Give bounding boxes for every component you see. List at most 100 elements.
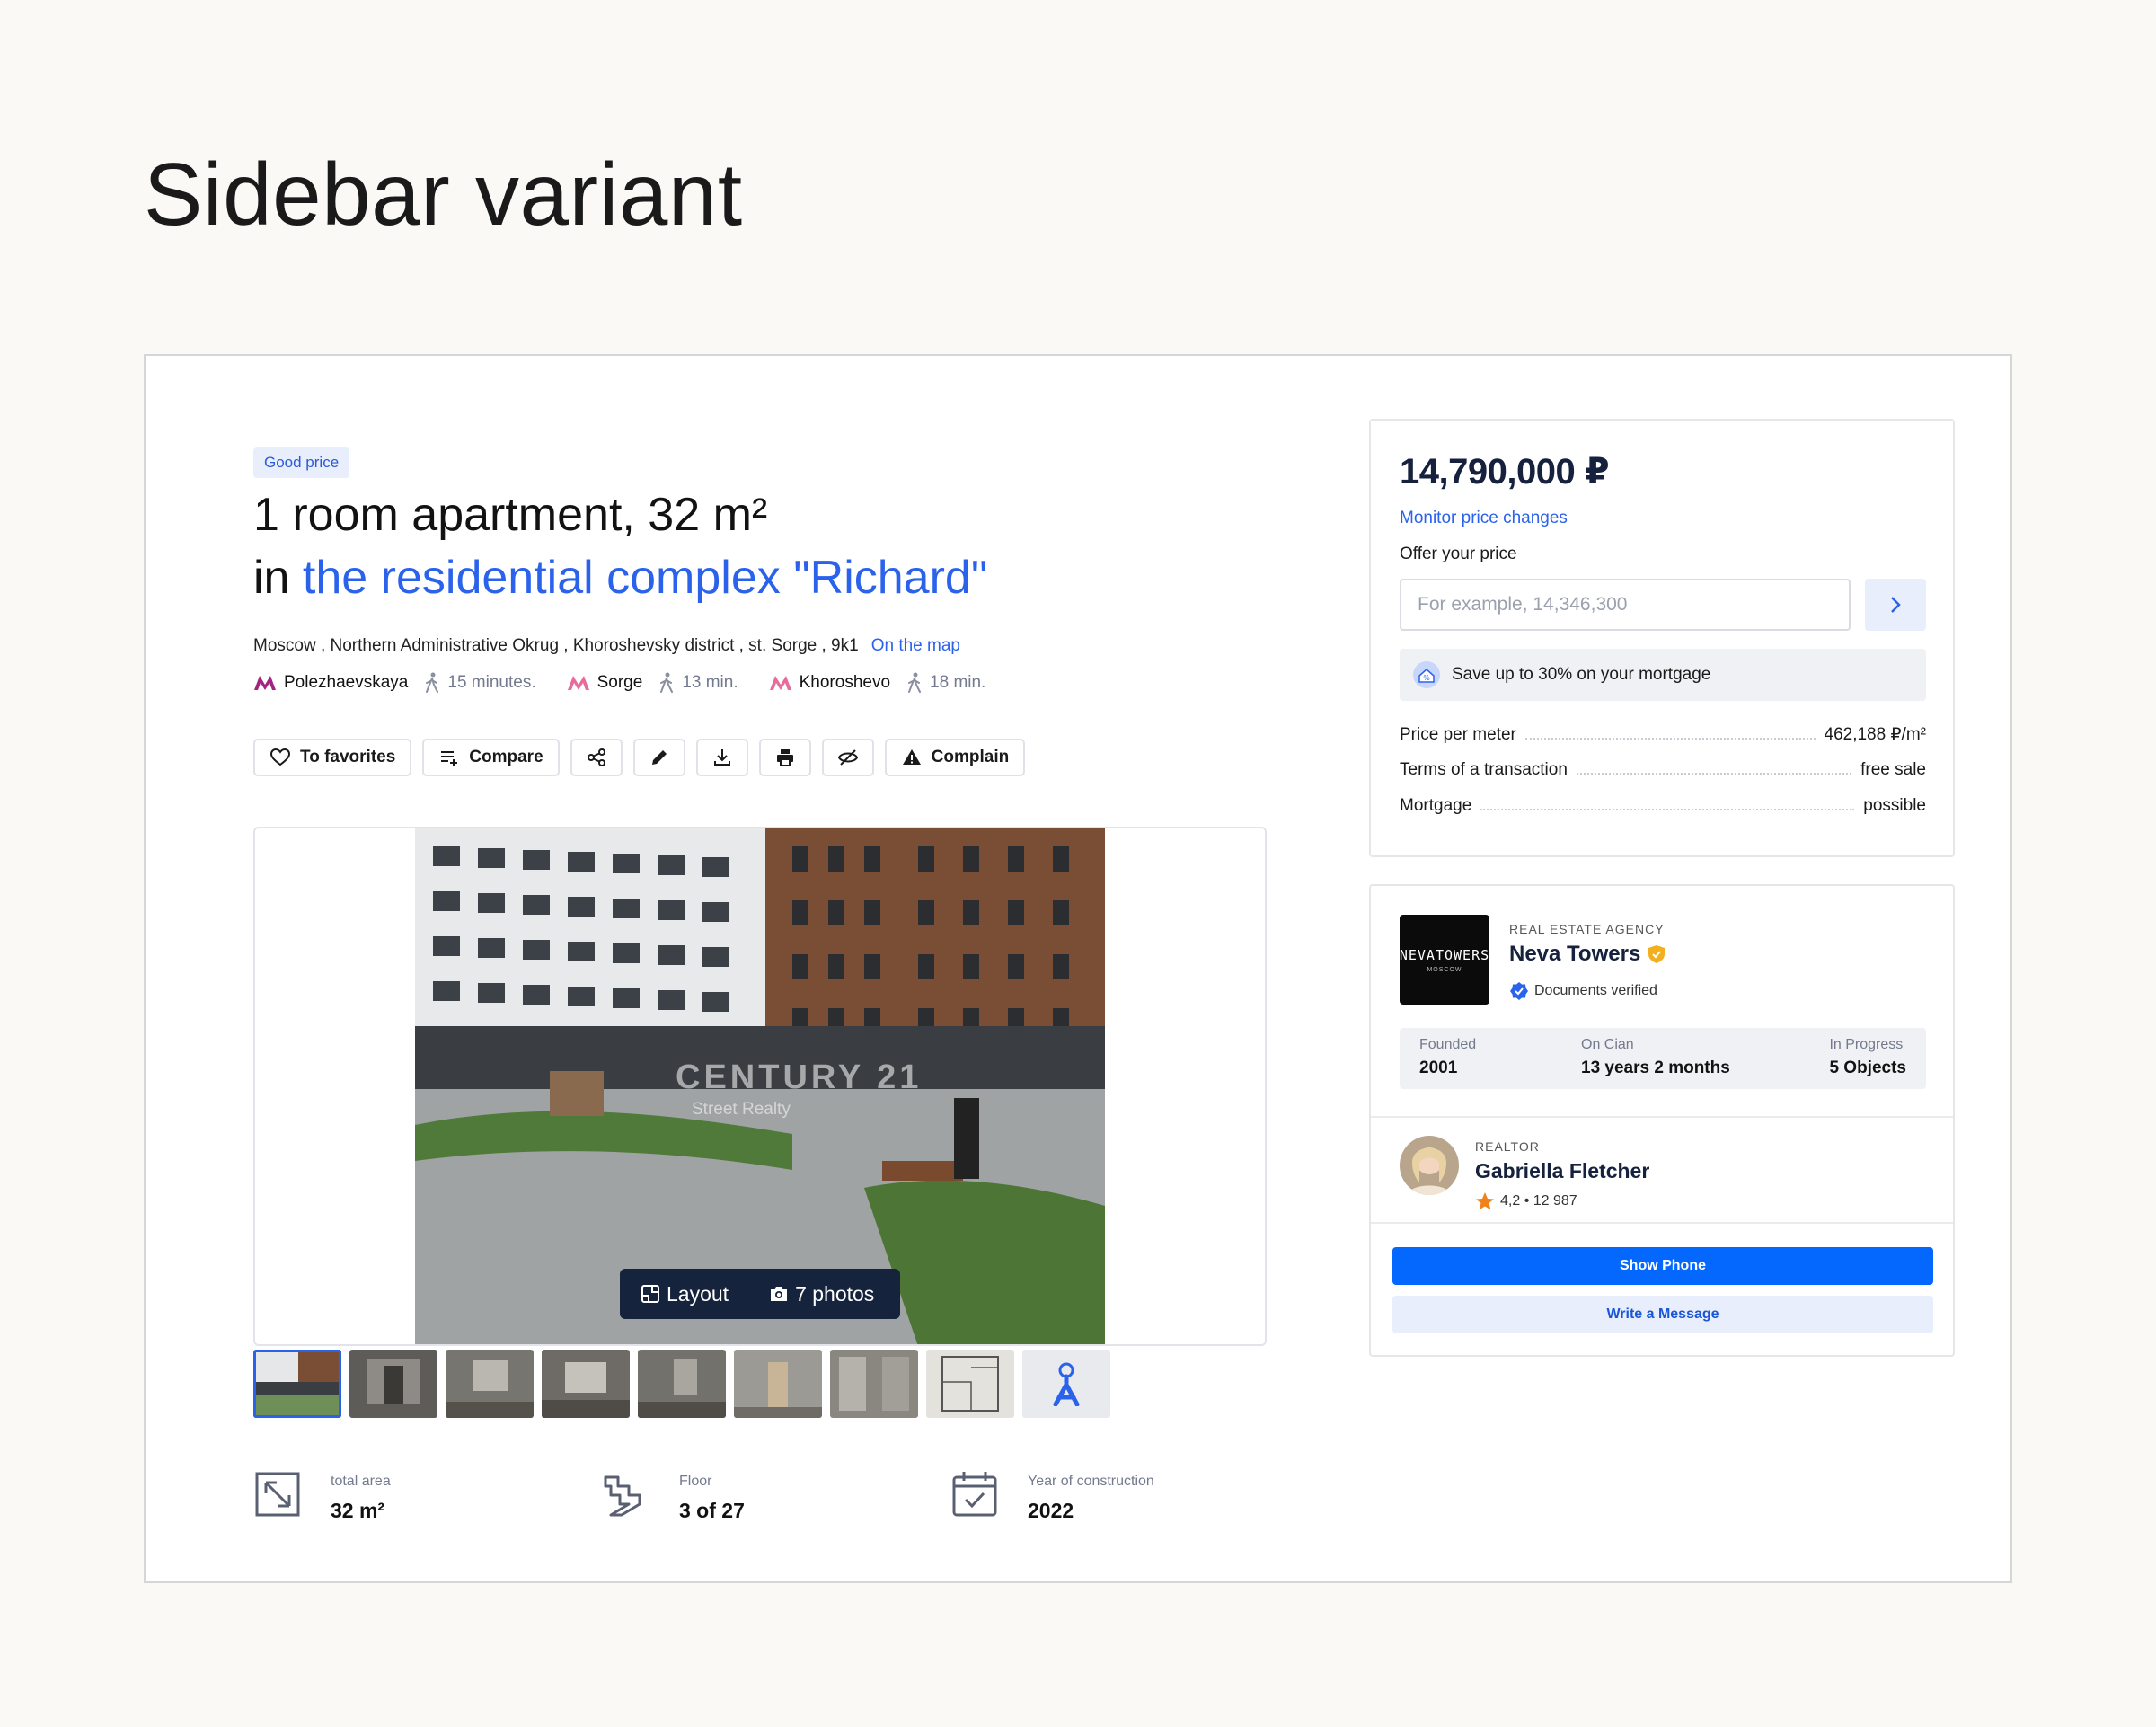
stat-value: 13 years 2 months xyxy=(1581,1058,1730,1077)
metro-item[interactable]: Polezhaevskaya 15 minutes. xyxy=(253,672,536,694)
mortgage-promo-text: Save up to 30% on your mortgage xyxy=(1452,665,1711,684)
map-thumbnail[interactable] xyxy=(1022,1350,1110,1418)
fact-total-area: total area 32 m² xyxy=(253,1470,602,1523)
walk-time: 18 min. xyxy=(930,673,986,692)
documents-verified: Documents verified xyxy=(1509,981,1657,1001)
complain-button[interactable]: Complain xyxy=(884,739,1026,776)
complain-label: Complain xyxy=(931,748,1010,766)
stat-value: 5 Objects xyxy=(1829,1058,1906,1077)
detail-value: possible xyxy=(1863,796,1926,815)
photo-watermark-sub: Street Realty xyxy=(692,1100,791,1119)
thumbnail[interactable] xyxy=(542,1350,630,1418)
listing-frame: Good price 1 room apartment, 32 m² in th… xyxy=(144,354,2012,1583)
fact-label: total area xyxy=(331,1474,391,1489)
hide-icon xyxy=(837,749,858,766)
metro-icon xyxy=(769,676,791,690)
photo-watermark: CENTURY 21 xyxy=(676,1058,923,1096)
offer-submit-button[interactable] xyxy=(1865,579,1926,631)
layout-button[interactable]: Layout xyxy=(620,1282,748,1306)
print-button[interactable] xyxy=(758,739,811,776)
hide-button[interactable] xyxy=(821,739,874,776)
walk-time: 15 minutes. xyxy=(447,673,536,692)
share-button[interactable] xyxy=(570,739,623,776)
dotted-leader xyxy=(1480,809,1855,810)
rating-text: 4,2 • 12 987 xyxy=(1500,1193,1577,1209)
edit-button[interactable] xyxy=(632,739,685,776)
detail-row: Price per meter 462,188 ₽/m² xyxy=(1400,724,1926,745)
photos-button[interactable]: 7 photos xyxy=(748,1282,894,1306)
stat-in-progress: In Progress 5 Objects xyxy=(1829,1037,1906,1078)
print-icon xyxy=(776,749,793,766)
fact-value: 2022 xyxy=(1028,1499,1074,1522)
gallery-controls: Layout 7 photos xyxy=(620,1269,900,1319)
stat-on-cian: On Cian 13 years 2 months xyxy=(1581,1037,1730,1078)
complex-link[interactable]: the residential complex "Richard" xyxy=(303,552,987,604)
write-message-button[interactable]: Write a Message xyxy=(1392,1296,1933,1333)
metro-list: Polezhaevskaya 15 minutes. Sorge 13 min.… xyxy=(253,672,1016,694)
detail-key: Price per meter xyxy=(1400,724,1516,744)
detail-value: free sale xyxy=(1860,760,1926,779)
metro-name: Khoroshevo xyxy=(799,673,891,692)
offer-price-input[interactable] xyxy=(1400,579,1851,631)
layout-label: Layout xyxy=(667,1281,729,1306)
detail-key: Terms of a transaction xyxy=(1400,760,1568,779)
good-price-badge: Good price xyxy=(253,447,350,478)
thumbnail[interactable] xyxy=(349,1350,437,1418)
thumbnail[interactable] xyxy=(446,1350,534,1418)
divider xyxy=(1371,1222,1953,1224)
metro-icon xyxy=(254,676,276,690)
metro-item[interactable]: Sorge 13 min. xyxy=(567,672,738,694)
photo-gallery[interactable]: CENTURY 21 Street Realty Layout 7 photos xyxy=(253,827,1267,1346)
stat-label: Founded xyxy=(1419,1037,1477,1052)
address-text: Moscow , Northern Administrative Okrug ,… xyxy=(253,636,859,655)
fact-label: Floor xyxy=(679,1474,712,1489)
walk-icon xyxy=(908,672,922,693)
metro-icon xyxy=(567,676,589,690)
warning-icon xyxy=(902,749,921,765)
download-button[interactable] xyxy=(695,739,748,776)
fact-floor: Floor 3 of 27 xyxy=(602,1470,950,1523)
compare-icon xyxy=(441,751,458,766)
stat-value: 2001 xyxy=(1419,1058,1458,1077)
detail-value: 462,188 ₽/m² xyxy=(1824,725,1926,744)
agency-name[interactable]: Neva Towers xyxy=(1509,942,1666,967)
title-line2: in the residential complex "Richard" xyxy=(253,546,987,609)
page-heading: Sidebar variant xyxy=(144,145,743,244)
agency-name-text: Neva Towers xyxy=(1509,942,1641,966)
thumbnail[interactable] xyxy=(734,1350,822,1418)
monitor-price-link[interactable]: Monitor price changes xyxy=(1400,509,1568,528)
share-icon xyxy=(587,748,605,766)
layout-icon xyxy=(641,1285,659,1303)
mortgage-promo[interactable]: % Save up to 30% on your mortgage xyxy=(1400,649,1926,701)
svg-text:%: % xyxy=(1423,674,1429,682)
fact-label: Year of construction xyxy=(1028,1474,1154,1489)
chevron-right-icon xyxy=(1891,597,1901,613)
mortgage-icon: % xyxy=(1413,661,1440,688)
avatar[interactable] xyxy=(1400,1136,1459,1195)
price-card: 14,790,000 ₽ Monitor price changes Offer… xyxy=(1369,419,1955,857)
walk-icon xyxy=(660,672,674,693)
price: 14,790,000 ₽ xyxy=(1400,452,1610,492)
stat-label: In Progress xyxy=(1829,1037,1904,1052)
compare-button[interactable]: Compare xyxy=(422,739,560,776)
verified-badge-icon xyxy=(1510,982,1528,1000)
area-icon xyxy=(255,1472,300,1517)
to-favorites-label: To favorites xyxy=(300,748,396,766)
fact-value: 32 m² xyxy=(331,1499,385,1522)
thumbnail[interactable] xyxy=(926,1350,1014,1418)
star-icon xyxy=(1476,1192,1494,1210)
metro-name: Polezhaevskaya xyxy=(284,673,409,692)
detail-row: Mortgage possible xyxy=(1400,796,1926,816)
thumbnail[interactable] xyxy=(638,1350,726,1418)
metro-item[interactable]: Khoroshevo 18 min. xyxy=(769,672,986,694)
calendar-icon xyxy=(952,1472,997,1517)
agency-logo-sub: MOSCOW xyxy=(1427,966,1462,973)
thumbnail[interactable] xyxy=(830,1350,918,1418)
agency-logo[interactable]: NEVATOWERS MOSCOW xyxy=(1400,915,1489,1005)
on-the-map-link[interactable]: On the map xyxy=(871,636,960,655)
show-phone-button[interactable]: Show Phone xyxy=(1392,1247,1933,1285)
photos-label: 7 photos xyxy=(795,1281,875,1306)
thumbnail[interactable] xyxy=(253,1350,341,1418)
realtor-name[interactable]: Gabriella Fletcher xyxy=(1475,1159,1649,1183)
to-favorites-button[interactable]: To favorites xyxy=(253,739,412,776)
